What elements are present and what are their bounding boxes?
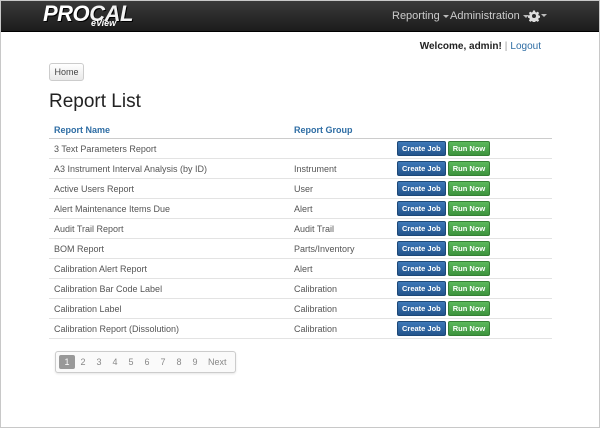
chevron-down-icon[interactable] [541,14,547,17]
column-report-name[interactable]: Report Name [49,121,289,139]
table-row: Audit Trail Report Audit Trail Create Job R… [49,218,552,239]
table-row: Calibration Report (Dissolution) Calibrat… [49,318,552,339]
create-job-button[interactable]: Create Job [397,281,446,296]
report-table: Report Name Report Group 3 Text Paramete… [49,121,552,339]
report-group-cell: Audit Trail [289,218,392,239]
report-group-cell: Parts/Inventory [289,238,392,259]
run-now-button[interactable]: Run Now [447,281,491,296]
run-now-button[interactable]: Run Now [447,301,491,316]
table-row: Calibration Alert Report Alert Create Job R… [49,258,552,279]
report-group-cell: User [289,178,392,199]
page-7-link[interactable]: 7 [155,355,171,369]
page-6-link[interactable]: 6 [139,355,155,369]
create-job-button[interactable]: Create Job [397,161,446,176]
table-row: 3 Text Parameters Report Create Job Run No… [49,138,552,159]
report-name-cell: BOM Report [49,238,289,259]
run-now-button[interactable]: Run Now [447,141,491,156]
administration-menu-label: Administration [450,10,520,22]
run-now-button[interactable]: Run Now [447,181,491,196]
create-job-button[interactable]: Create Job [397,301,446,316]
page-title: Report List [49,91,141,112]
run-now-button[interactable]: Run Now [447,321,491,336]
report-group-cell: Calibration [289,318,392,339]
table-row: Calibration Bar Code Label Calibration Cre… [49,278,552,299]
row-actions: Create Job Run Now [392,318,552,339]
report-name-cell: Calibration Label [49,298,289,319]
report-name-cell: Calibration Bar Code Label [49,278,289,299]
report-group-cell: Alert [289,198,392,219]
row-actions: Create Job Run Now [392,278,552,299]
report-group-cell [289,138,392,159]
reporting-menu[interactable]: Reporting [392,1,449,31]
page-8-link[interactable]: 8 [171,355,187,369]
report-group-cell: Instrument [289,158,392,179]
create-job-button[interactable]: Create Job [397,201,446,216]
report-name-cell: 3 Text Parameters Report [49,138,289,159]
report-group-cell: Alert [289,258,392,279]
table-row: A3 Instrument Interval Analysis (by ID) I… [49,158,552,179]
run-now-button[interactable]: Run Now [447,161,491,176]
brand-pro: PRO [43,1,90,26]
table-row: Active Users Report User Create Job Run Now [49,178,552,199]
report-name-cell: Active Users Report [49,178,289,199]
page-5-link[interactable]: 5 [123,355,139,369]
column-report-group[interactable]: Report Group [289,121,392,139]
table-row: BOM Report Parts/Inventory Create Job Run N… [49,238,552,259]
create-job-button[interactable]: Create Job [397,321,446,336]
brand-eview: eView [91,18,117,28]
top-navbar: PROCAL eView Reporting Administration [1,1,599,32]
page-1-link[interactable]: 1 [59,355,75,369]
run-now-button[interactable]: Run Now [447,201,491,216]
report-name-cell: Calibration Report (Dissolution) [49,318,289,339]
table-row: Alert Maintenance Items Due Alert Create J… [49,198,552,219]
report-group-cell: Calibration [289,298,392,319]
report-name-cell: A3 Instrument Interval Analysis (by ID) [49,158,289,179]
logout-link[interactable]: Logout [510,41,541,52]
report-name-cell: Alert Maintenance Items Due [49,198,289,219]
row-actions: Create Job Run Now [392,178,552,199]
pagination: 1 2 3 4 5 6 7 8 9 Next [55,351,236,373]
row-actions: Create Job Run Now [392,298,552,319]
row-actions: Create Job Run Now [392,218,552,239]
page-4-link[interactable]: 4 [107,355,123,369]
column-actions [392,121,552,139]
chevron-down-icon [442,14,449,18]
run-now-button[interactable]: Run Now [447,221,491,236]
row-actions: Create Job Run Now [392,258,552,279]
row-actions: Create Job Run Now [392,198,552,219]
welcome-text: Welcome, admin! [419,41,502,52]
create-job-button[interactable]: Create Job [397,221,446,236]
report-group-cell: Calibration [289,278,392,299]
gear-icon[interactable] [528,10,540,22]
row-actions: Create Job Run Now [392,138,552,159]
next-page-link[interactable]: Next [203,355,232,369]
row-actions: Create Job Run Now [392,238,552,259]
run-now-button[interactable]: Run Now [447,241,491,256]
page-9-link[interactable]: 9 [187,355,203,369]
table-row: Calibration Label Calibration Create Job Ru… [49,298,552,319]
page-2-link[interactable]: 2 [75,355,91,369]
run-now-button[interactable]: Run Now [447,261,491,276]
report-name-cell: Calibration Alert Report [49,258,289,279]
user-welcome: Welcome, admin! | Logout [420,41,541,52]
table-header-row: Report Name Report Group [49,121,552,139]
administration-menu[interactable]: Administration [450,1,529,31]
create-job-button[interactable]: Create Job [397,141,446,156]
create-job-button[interactable]: Create Job [397,261,446,276]
reporting-menu-label: Reporting [392,10,440,22]
page-3-link[interactable]: 3 [91,355,107,369]
report-name-cell: Audit Trail Report [49,218,289,239]
separator: | [504,41,508,52]
create-job-button[interactable]: Create Job [397,181,446,196]
row-actions: Create Job Run Now [392,158,552,179]
create-job-button[interactable]: Create Job [397,241,446,256]
breadcrumb-home[interactable]: Home [49,63,84,81]
